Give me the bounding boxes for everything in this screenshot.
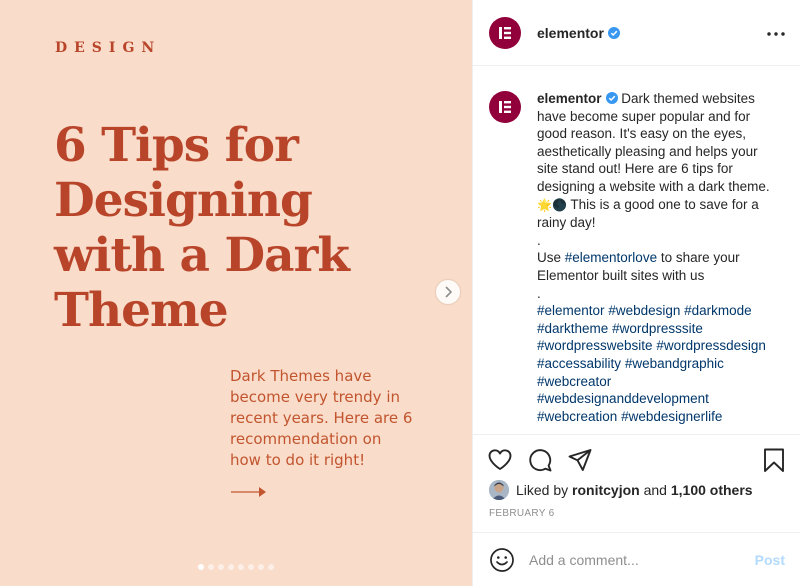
hashtag-list: #elementor #webdesign #darkmode #darkthe… xyxy=(537,302,777,425)
carousel-dot[interactable] xyxy=(258,564,264,570)
hashtag-link[interactable]: #accessability xyxy=(537,356,621,371)
hashtag-link[interactable]: #webcreator xyxy=(537,374,611,389)
carousel-dot[interactable] xyxy=(238,564,244,570)
bookmark-icon[interactable] xyxy=(761,447,787,473)
hashtag-link[interactable]: #wordpresswebsite xyxy=(537,338,653,353)
hashtag-link[interactable]: #webcreation xyxy=(537,409,617,424)
slide-title: 6 Tips for Designing with a Dark Theme xyxy=(54,118,464,338)
hashtag-link[interactable]: #webandgraphic xyxy=(625,356,724,371)
post-date[interactable]: FEBRUARY 6 xyxy=(489,508,554,519)
slide-subtitle-line: how to do it right! xyxy=(230,451,366,469)
comments-section[interactable]: elementor Dark themed websites have beco… xyxy=(473,66,800,434)
caption-text: Dark themed websites have become super p… xyxy=(537,91,770,194)
hashtag-link[interactable]: #darkmode xyxy=(684,303,752,318)
heart-icon[interactable] xyxy=(487,447,513,473)
comment-icon[interactable] xyxy=(527,447,553,473)
caption-text: Use xyxy=(537,250,565,266)
post-comment-button[interactable]: Post xyxy=(755,552,785,568)
carousel-dot[interactable] xyxy=(248,564,254,570)
likes-count[interactable]: 1,100 others xyxy=(671,482,753,498)
slide-title-line: 6 Tips for xyxy=(54,118,299,173)
hashtag-link[interactable]: #darktheme xyxy=(537,321,608,336)
more-horizontal-icon xyxy=(767,32,785,36)
caption-username[interactable]: elementor xyxy=(537,91,602,106)
avatar[interactable] xyxy=(489,480,509,500)
header-username-text[interactable]: elementor xyxy=(537,25,604,41)
next-slide-button[interactable] xyxy=(436,280,460,304)
slide-subtitle-line: recent years. Here are 6 xyxy=(230,409,413,427)
carousel-dot[interactable] xyxy=(228,564,234,570)
carousel-dot[interactable] xyxy=(268,564,274,570)
slide-title-line: Designing xyxy=(54,173,313,228)
slide-subtitle: Dark Themes have become very trendy in r… xyxy=(230,366,430,471)
comment-input[interactable] xyxy=(529,551,747,568)
hashtag-link[interactable]: #webdesign xyxy=(608,303,680,318)
carousel-slide: DESIGN 6 Tips for Designing with a Dark … xyxy=(0,0,472,586)
more-options-button[interactable] xyxy=(766,24,786,44)
caption-row: elementor Dark themed websites have beco… xyxy=(489,90,785,425)
action-bar xyxy=(473,434,800,482)
carousel-dot[interactable] xyxy=(198,564,204,570)
hashtag-link[interactable]: #wordpresssite xyxy=(612,321,703,336)
hashtag-link[interactable]: #elementor xyxy=(537,303,605,318)
likes-summary: Liked by ronitcyjon and 1,100 others xyxy=(489,480,753,500)
hashtag-link[interactable]: #webdesignanddevelopment xyxy=(537,391,709,406)
user-photo-icon xyxy=(489,480,509,500)
slide-subtitle-line: become very trendy in xyxy=(230,388,400,406)
post-caption: elementor Dark themed websites have beco… xyxy=(537,90,777,425)
caption-text: This is a good one to save for a rainy d… xyxy=(537,196,759,231)
share-icon[interactable] xyxy=(567,447,593,473)
chevron-right-icon xyxy=(445,286,453,298)
verified-badge-icon xyxy=(607,26,620,39)
elementor-logo-icon xyxy=(499,26,511,39)
post-header: elementor xyxy=(473,0,800,66)
slide-subtitle-line: Dark Themes have xyxy=(230,367,372,385)
add-comment-bar: Post xyxy=(473,532,800,586)
smiley-icon[interactable] xyxy=(489,547,515,573)
caption-emoji: 🌟🌑 xyxy=(537,197,567,212)
carousel-dot[interactable] xyxy=(218,564,224,570)
likes-conjunction: and xyxy=(643,482,667,498)
caption-separator: . xyxy=(537,285,541,301)
slide-category: DESIGN xyxy=(55,40,162,56)
hashtag-link[interactable]: #wordpressdesign xyxy=(656,338,766,353)
caption-separator: . xyxy=(537,232,541,248)
elementor-logo-icon xyxy=(499,101,511,113)
slide-subtitle-line: recommendation on xyxy=(230,430,382,448)
hashtag-link[interactable]: #elementorlove xyxy=(565,250,657,265)
slide-title-line: with a Dark xyxy=(54,228,350,283)
verified-badge-icon xyxy=(605,92,618,104)
slide-title-line: Theme xyxy=(54,283,229,338)
carousel-dots xyxy=(0,564,472,570)
post-panel: elementor elementor Dark themed websites… xyxy=(472,0,800,586)
avatar[interactable] xyxy=(489,91,521,123)
header-username[interactable]: elementor xyxy=(537,25,620,41)
liker-username[interactable]: ronitcyjon xyxy=(572,482,640,498)
avatar[interactable] xyxy=(489,16,521,49)
carousel-dot[interactable] xyxy=(208,564,214,570)
hashtag-link[interactable]: #webdesignerlife xyxy=(621,409,722,424)
likes-prefix: Liked by xyxy=(516,482,569,498)
arrow-right-icon xyxy=(231,487,266,497)
